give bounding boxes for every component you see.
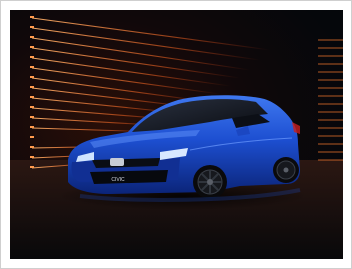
honda-badge <box>110 158 124 166</box>
front-wheel <box>193 165 227 199</box>
car-scene: CIVIC <box>10 10 343 259</box>
model-badge: CIVIC <box>111 177 125 183</box>
image-frame: CIVIC <box>0 0 352 269</box>
lower-grille <box>90 170 168 184</box>
rear-wheel <box>273 157 299 183</box>
car-photo: CIVIC <box>10 10 343 259</box>
